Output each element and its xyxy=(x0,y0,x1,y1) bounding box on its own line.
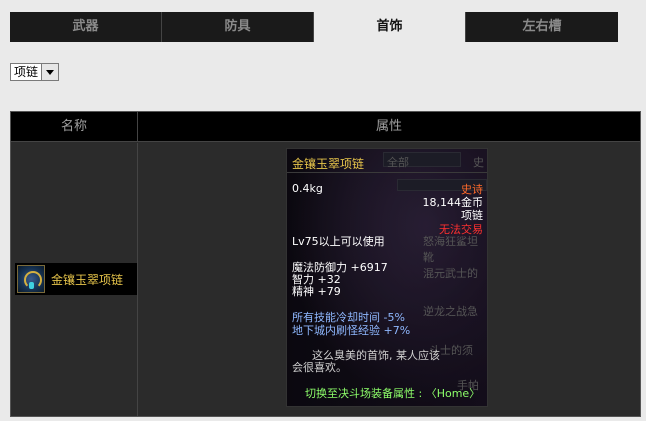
table-header: 名称 属性 xyxy=(11,112,640,142)
item-name: 金镶玉翠项链 xyxy=(51,272,124,287)
chevron-down-icon[interactable] xyxy=(41,64,59,80)
stat-spirit: 精神 +79 xyxy=(292,285,341,298)
item-entry[interactable]: 金镶玉翠项链 xyxy=(15,263,137,295)
name-cell: 金镶玉翠项链 xyxy=(11,143,138,416)
item-description-line-2: 会很喜欢。 xyxy=(292,361,347,374)
tooltip-header: 金镶玉翠项链 xyxy=(287,149,487,173)
item-tooltip: 全部 史 怒海狂鲨坦靴 混元武士的 逆龙之战急 斗士的须 手帕 金镶玉翠项链 0… xyxy=(286,148,488,407)
ghost-row-3: 逆龙之战急 xyxy=(423,305,478,318)
tooltip-title: 金镶玉翠项链 xyxy=(292,157,365,171)
tab-side-slot[interactable]: 左右槽 xyxy=(466,12,618,42)
dungeon-exp: 地下城内刷怪经验 +7% xyxy=(292,324,411,337)
tab-weapon[interactable]: 武器 xyxy=(10,12,162,42)
table-row: 金镶玉翠项链 全部 史 怒海狂鲨坦靴 混元武士的 逆龙之战急 斗士的须 手帕 金… xyxy=(11,143,640,416)
tab-accessory[interactable]: 首饰 xyxy=(314,12,466,42)
item-table: 名称 属性 金镶玉翠项链 全部 史 怒海狂鲨坦靴 混元武士的 逆龙之战急 斗士的… xyxy=(10,111,641,417)
category-tabs: 武器 防具 首饰 左右槽 xyxy=(10,12,618,42)
level-requirement: Lv75以上可以使用 xyxy=(292,235,385,248)
necklace-icon xyxy=(17,265,45,293)
column-header-attr: 属性 xyxy=(375,119,402,134)
type-filter-select[interactable]: 项链 xyxy=(10,63,60,81)
ghost-row-1: 怒海狂鲨坦靴 xyxy=(423,235,478,264)
item-trade-status: 无法交易 xyxy=(439,223,483,236)
ghost-row-2: 混元武士的 xyxy=(423,267,478,280)
attr-cell: 全部 史 怒海狂鲨坦靴 混元武士的 逆龙之战急 斗士的须 手帕 金镶玉翠项链 0… xyxy=(138,143,640,416)
pvp-toggle-hint: 切换至决斗场装备属性 : 〈Home〉 xyxy=(305,387,481,400)
item-weight: 0.4kg xyxy=(292,182,323,195)
type-filter-value: 项链 xyxy=(14,65,39,79)
tab-armor[interactable]: 防具 xyxy=(162,12,314,42)
column-header-name: 名称 xyxy=(11,112,138,141)
